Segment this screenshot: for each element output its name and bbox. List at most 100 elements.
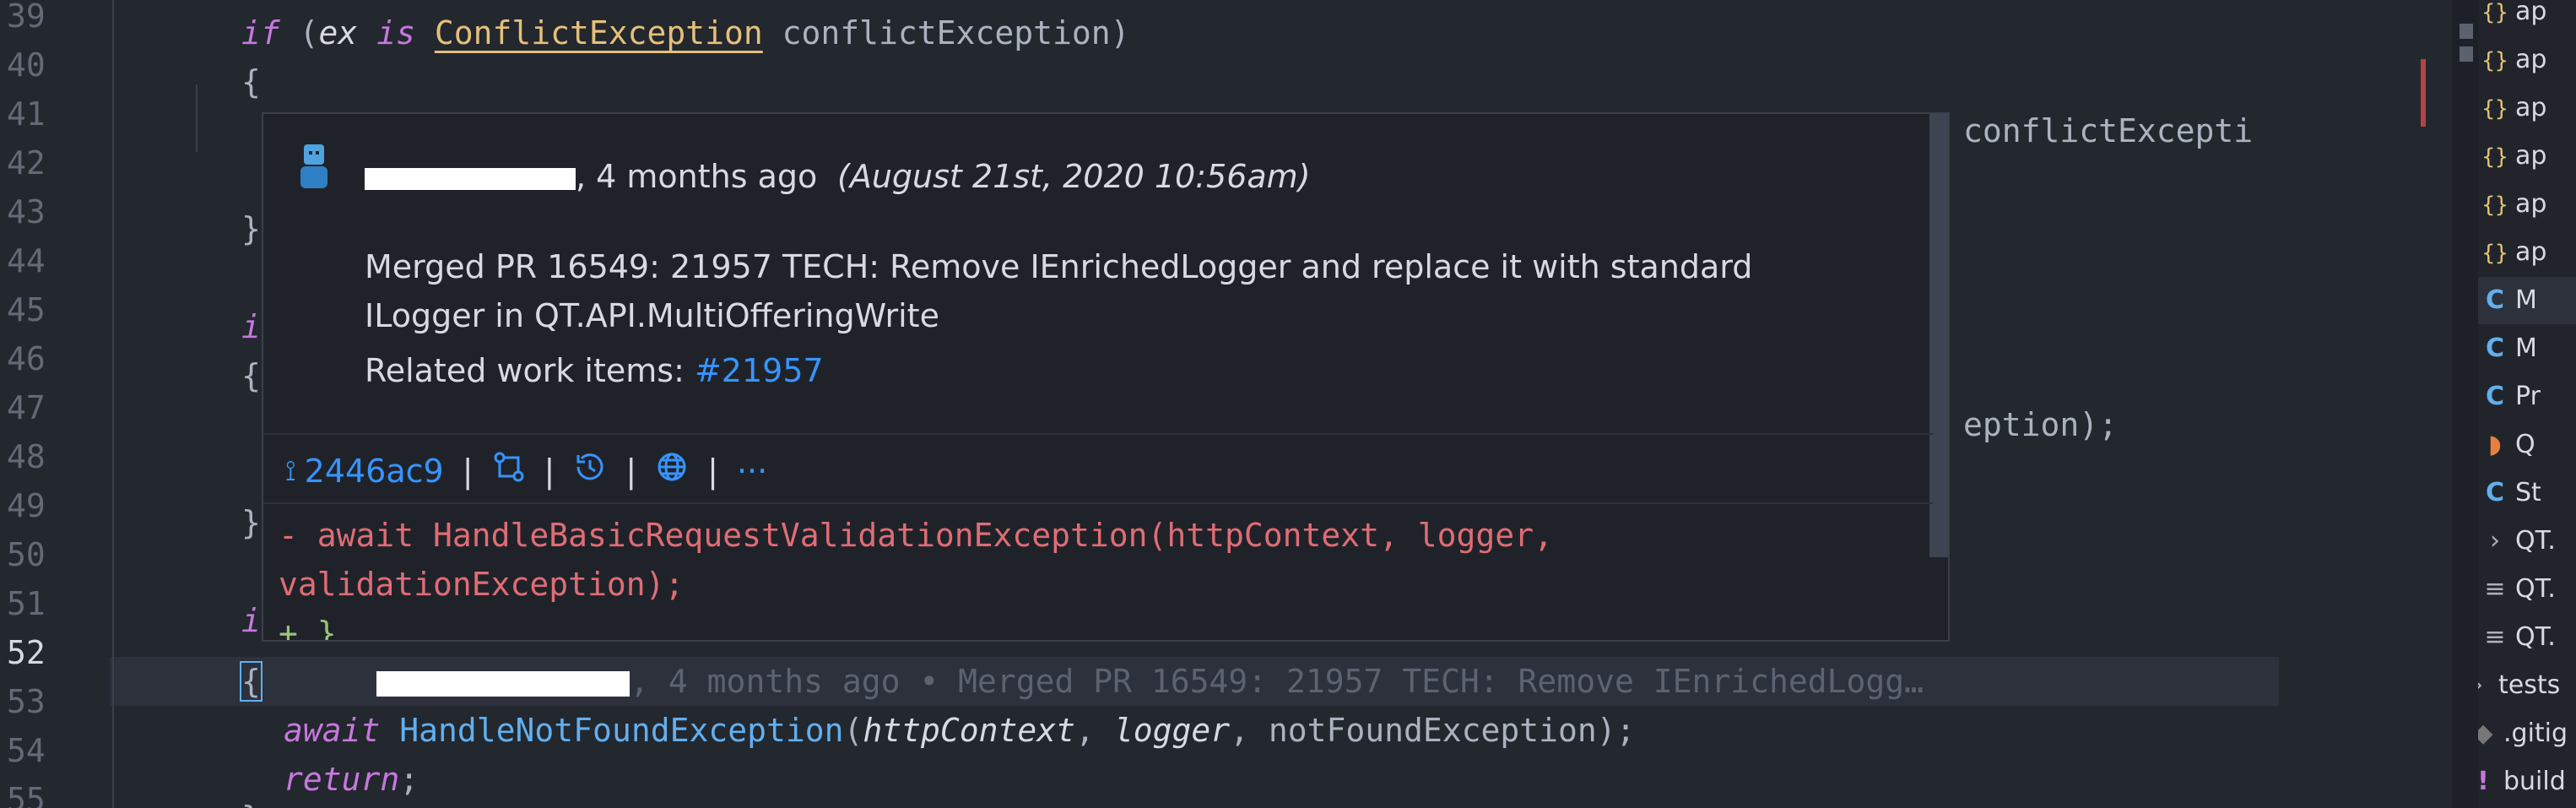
editor-scrollbar[interactable] (2453, 0, 2478, 808)
keyword: if (241, 14, 280, 52)
explorer-item-label: QT. (2515, 574, 2556, 604)
commit-date: (August 21st, 2020 10:56am) (837, 158, 1311, 195)
bracket-match: { (240, 661, 262, 702)
code-line-39: if (ex is ConflictException conflictExce… (241, 8, 1129, 57)
type-name[interactable]: ConflictException (435, 14, 763, 52)
scrollbar-marker (2460, 46, 2473, 62)
explorer-item[interactable]: {} ap (2478, 0, 2576, 35)
explorer-item-label: St (2515, 478, 2541, 507)
csharp-icon: C (2485, 334, 2505, 363)
commit-icon: ⟟ (285, 453, 296, 488)
diff-added-line: + } (279, 615, 337, 642)
explorer-item[interactable]: C Pr (2478, 373, 2576, 420)
explorer-item[interactable]: {} ap (2478, 133, 2576, 180)
explorer-item-label: ap (2515, 141, 2547, 171)
explorer-item[interactable]: {} ap (2478, 36, 2576, 84)
code-line-43: } (241, 210, 261, 247)
lines-icon: ≡ (2484, 574, 2506, 604)
explorer-item[interactable]: ≡ QT. (2478, 614, 2576, 661)
separator: | (707, 452, 718, 490)
json-icon: {} (2481, 0, 2508, 25)
explorer-item[interactable]: {} ap (2478, 84, 2576, 132)
commit-message: Merged PR 16549: 21957 TECH: Remove IEnr… (365, 248, 1753, 334)
explorer-item-label: ap (2515, 237, 2547, 267)
diff-removed-line: validationException); (279, 566, 685, 603)
minimap[interactable] (2414, 0, 2448, 808)
blame-hover-popup[interactable]: , 4 months ago (August 21st, 2020 10:56a… (262, 112, 1950, 642)
json-icon: {} (2481, 241, 2508, 266)
explorer-item-label: M (2515, 334, 2537, 363)
explorer-item[interactable]: ◆ .gitig (2478, 710, 2568, 757)
globe-icon[interactable] (655, 450, 689, 491)
blame-text: , 4 months ago • Merged PR 16549: 21957 … (630, 663, 1924, 700)
csharp-icon: C (2485, 382, 2505, 411)
json-icon: {} (2481, 48, 2508, 73)
explorer-item-label: ap (2515, 93, 2547, 122)
rss-icon: ◗ (2488, 430, 2502, 459)
explorer-item-label: M (2515, 285, 2537, 315)
history-icon[interactable] (573, 450, 607, 491)
separator: | (462, 452, 474, 490)
separator: | (544, 452, 555, 490)
explorer-item[interactable]: ◗ Q (2478, 421, 2576, 469)
explorer-item-selected[interactable]: CM (2478, 277, 2576, 324)
code-line-49: } (241, 504, 261, 541)
csharp-icon: C (2485, 478, 2505, 507)
separator: | (625, 452, 637, 490)
compare-changes-icon[interactable] (492, 450, 526, 491)
author-avatar-icon (294, 141, 334, 200)
code-text: ( (279, 14, 319, 52)
explorer-item-label: Pr (2515, 382, 2541, 411)
explorer-item-label: QT. (2515, 622, 2556, 652)
json-icon: {} (2481, 193, 2508, 218)
blame-annotation[interactable]: , 4 months ago • Merged PR 16549: 21957 … (261, 663, 1924, 700)
bang-icon: ! (2478, 767, 2489, 796)
keyword: return (284, 761, 400, 798)
explorer-item-label: build (2503, 767, 2566, 796)
code-line-54: return; (284, 755, 419, 804)
code-line-40: { (241, 63, 261, 100)
more-actions-icon[interactable]: ··· (737, 453, 767, 490)
code-line-52: { , 4 months ago • Merged PR 16549: 2195… (240, 657, 1924, 706)
keyword: is (376, 14, 415, 52)
scrollbar-marker (2460, 24, 2473, 39)
code-editor[interactable]: 39 40 41 42 43 44 45 46 47 48 49 50 51 5… (0, 0, 2279, 808)
explorer-item[interactable]: ! build (2478, 758, 2566, 805)
explorer-folder[interactable]: › QT. (2478, 518, 2576, 565)
code-line-41-tail: conflictExcepti (1963, 112, 2254, 149)
explorer-folder[interactable]: ›tests (2478, 662, 2561, 709)
explorer-item-label: tests (2498, 670, 2561, 700)
popup-divider (263, 433, 1933, 435)
explorer-item[interactable]: C St (2478, 469, 2576, 517)
explorer-item[interactable]: CM (2478, 325, 2576, 372)
code-text: conflictException) (762, 14, 1130, 52)
work-item-link[interactable]: #21957 (695, 352, 824, 389)
explorer-item[interactable]: ≡ QT. (2478, 566, 2576, 613)
code-line-53: await HandleNotFoundException(httpContex… (284, 712, 1636, 749)
chevron-right-icon: › (2478, 662, 2495, 709)
csharp-icon: C (2485, 285, 2505, 315)
code-text: ); (1596, 712, 1636, 749)
explorer-item[interactable]: {} ap (2478, 229, 2576, 276)
chevron-right-icon: › (2490, 526, 2500, 556)
explorer-item-label: Q (2515, 430, 2535, 459)
commit-author: , 4 months ago (365, 158, 817, 195)
code-line-47-tail: eption); (1963, 406, 2119, 443)
lines-icon: ≡ (2484, 622, 2506, 652)
commit-hash-link[interactable]: 2446ac9 (305, 453, 444, 490)
related-label: Related work items: (365, 352, 695, 389)
file-explorer[interactable]: {} ap {} ap {} ap {} ap {} ap {} ap CM CM C Pr … (2478, 0, 2576, 808)
git-icon: ◆ (2478, 719, 2493, 748)
code-text: ; (399, 761, 419, 798)
commit-diff: - await HandleBasicRequestValidationExce… (279, 511, 1553, 642)
diff-removed-line: - await HandleBasicRequestValidationExce… (279, 517, 1553, 554)
redacted-author (376, 670, 630, 697)
popup-scrollbar[interactable] (1929, 114, 1948, 557)
function-name[interactable]: HandleNotFoundException (399, 712, 843, 749)
code-line-45: i (241, 308, 261, 345)
json-icon: {} (2481, 144, 2508, 170)
explorer-item[interactable]: {} ap (2478, 181, 2576, 228)
explorer-item-label: ap (2515, 189, 2547, 219)
explorer-item-label: .gitig (2503, 719, 2568, 748)
commit-age: , 4 months ago (576, 158, 818, 195)
